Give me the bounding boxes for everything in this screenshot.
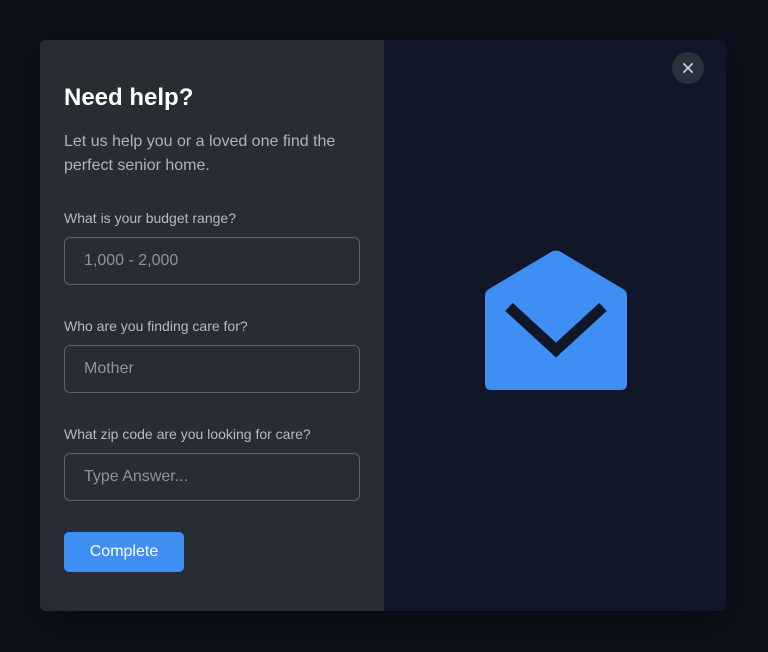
help-modal: Need help? Let us help you or a loved on…: [40, 40, 726, 611]
care-for-input[interactable]: [64, 345, 360, 393]
close-button[interactable]: [672, 52, 704, 84]
illustration-panel: [384, 40, 726, 611]
care-for-label: Who are you finding care for?: [64, 318, 248, 334]
budget-label: What is your budget range?: [64, 210, 236, 226]
modal-title: Need help?: [64, 84, 194, 111]
budget-input[interactable]: [64, 237, 360, 285]
modal-subtitle: Let us help you or a loved one find the …: [64, 133, 336, 174]
care-for-field-group: Who are you finding care for?: [64, 317, 360, 393]
complete-button[interactable]: Complete: [64, 532, 184, 572]
zip-label: What zip code are you looking for care?: [64, 426, 311, 442]
close-icon: [683, 63, 693, 73]
budget-field-group: What is your budget range?: [64, 209, 360, 285]
zip-field-group: What zip code are you looking for care?: [64, 425, 360, 501]
envelope-open-icon: [485, 250, 627, 390]
form-panel: Need help? Let us help you or a loved on…: [40, 40, 384, 611]
zip-input[interactable]: [64, 453, 360, 501]
